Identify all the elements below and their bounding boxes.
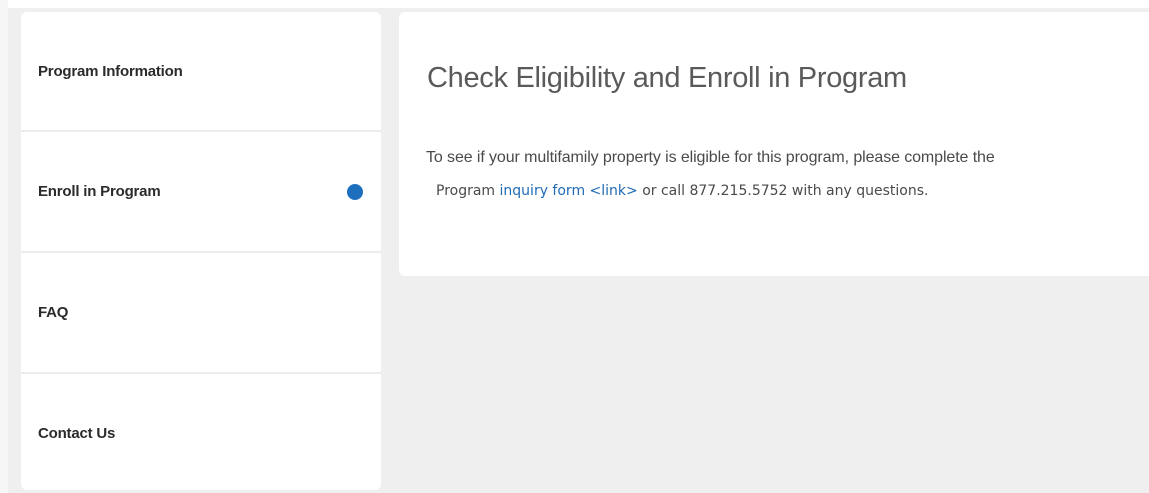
sidebar-nav: Program Information Enroll in Program FA… — [21, 12, 381, 490]
body-text-line-2: Program inquiry form <link> or call 877.… — [436, 183, 928, 199]
sidebar-item-label: Enroll in Program — [38, 183, 161, 200]
body-text-prefix: Program — [436, 183, 500, 199]
inquiry-form-link[interactable]: inquiry form <link> — [500, 183, 638, 199]
top-border — [0, 0, 1149, 8]
sidebar-item-program-information[interactable]: Program Information — [21, 12, 381, 131]
sidebar-item-enroll-in-program[interactable]: Enroll in Program — [21, 132, 381, 251]
body-text-line-1: To see if your multifamily property is e… — [426, 149, 995, 166]
page-title: Check Eligibility and Enroll in Program — [427, 62, 907, 94]
page: Program Information Enroll in Program FA… — [0, 0, 1149, 493]
sidebar-item-faq[interactable]: FAQ — [21, 253, 381, 372]
content-card: Check Eligibility and Enroll in Program … — [399, 12, 1149, 276]
body-text-suffix: or call 877.215.5752 with any questions. — [637, 183, 929, 199]
sidebar-item-contact-us[interactable]: Contact Us — [21, 374, 381, 490]
sidebar-item-label: Contact Us — [38, 425, 116, 442]
left-border — [0, 0, 8, 493]
sidebar-item-label: FAQ — [38, 304, 69, 321]
sidebar-item-label: Program Information — [38, 63, 183, 80]
active-indicator-dot — [347, 183, 363, 200]
